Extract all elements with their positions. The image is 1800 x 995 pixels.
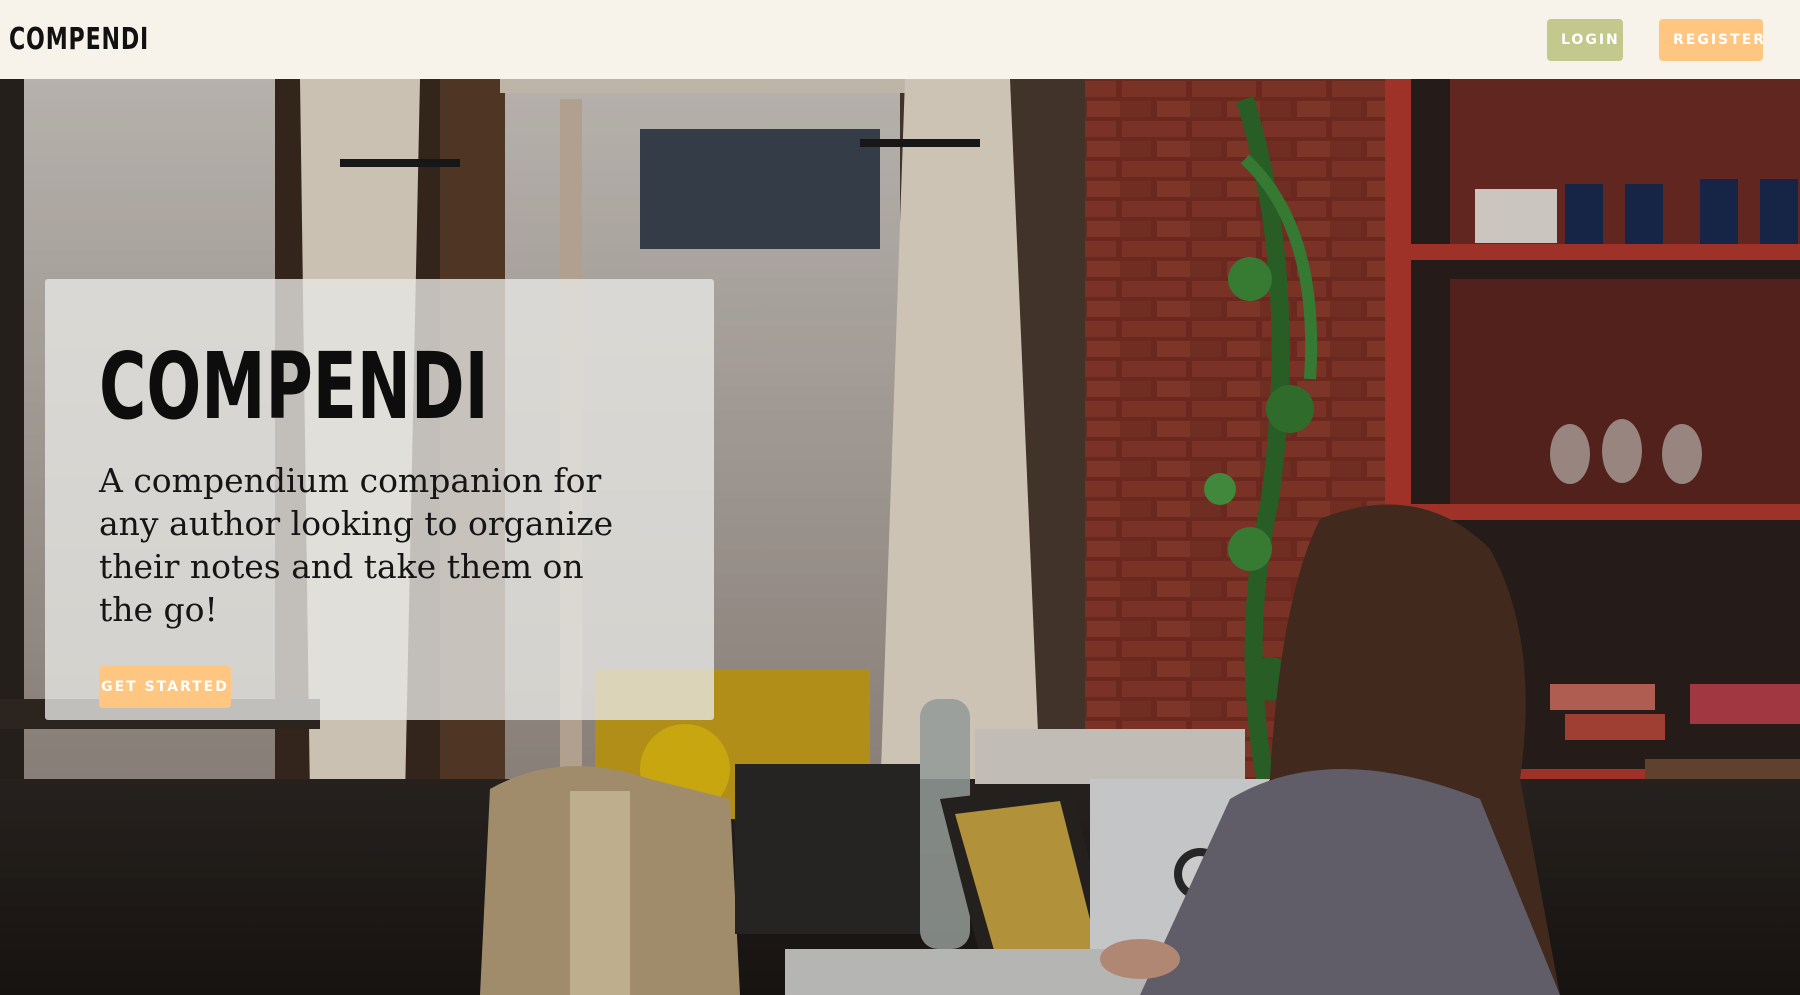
hero-section: COMPENDI A compendium companion for any … [0, 79, 1800, 995]
hero-title: COMPENDI [99, 333, 489, 440]
hero-subtitle: A compendium companion for any author lo… [99, 461, 614, 629]
nav-actions: LOGIN REGISTER [1547, 18, 1764, 61]
hero-card: COMPENDI A compendium companion for any … [45, 279, 714, 720]
get-started-button[interactable]: GET STARTED [99, 666, 231, 708]
brand-logo[interactable]: COMPENDI [9, 22, 149, 57]
login-button[interactable]: LOGIN [1547, 18, 1623, 61]
register-button[interactable]: REGISTER [1659, 18, 1764, 61]
top-navbar: COMPENDI LOGIN REGISTER [0, 0, 1800, 79]
